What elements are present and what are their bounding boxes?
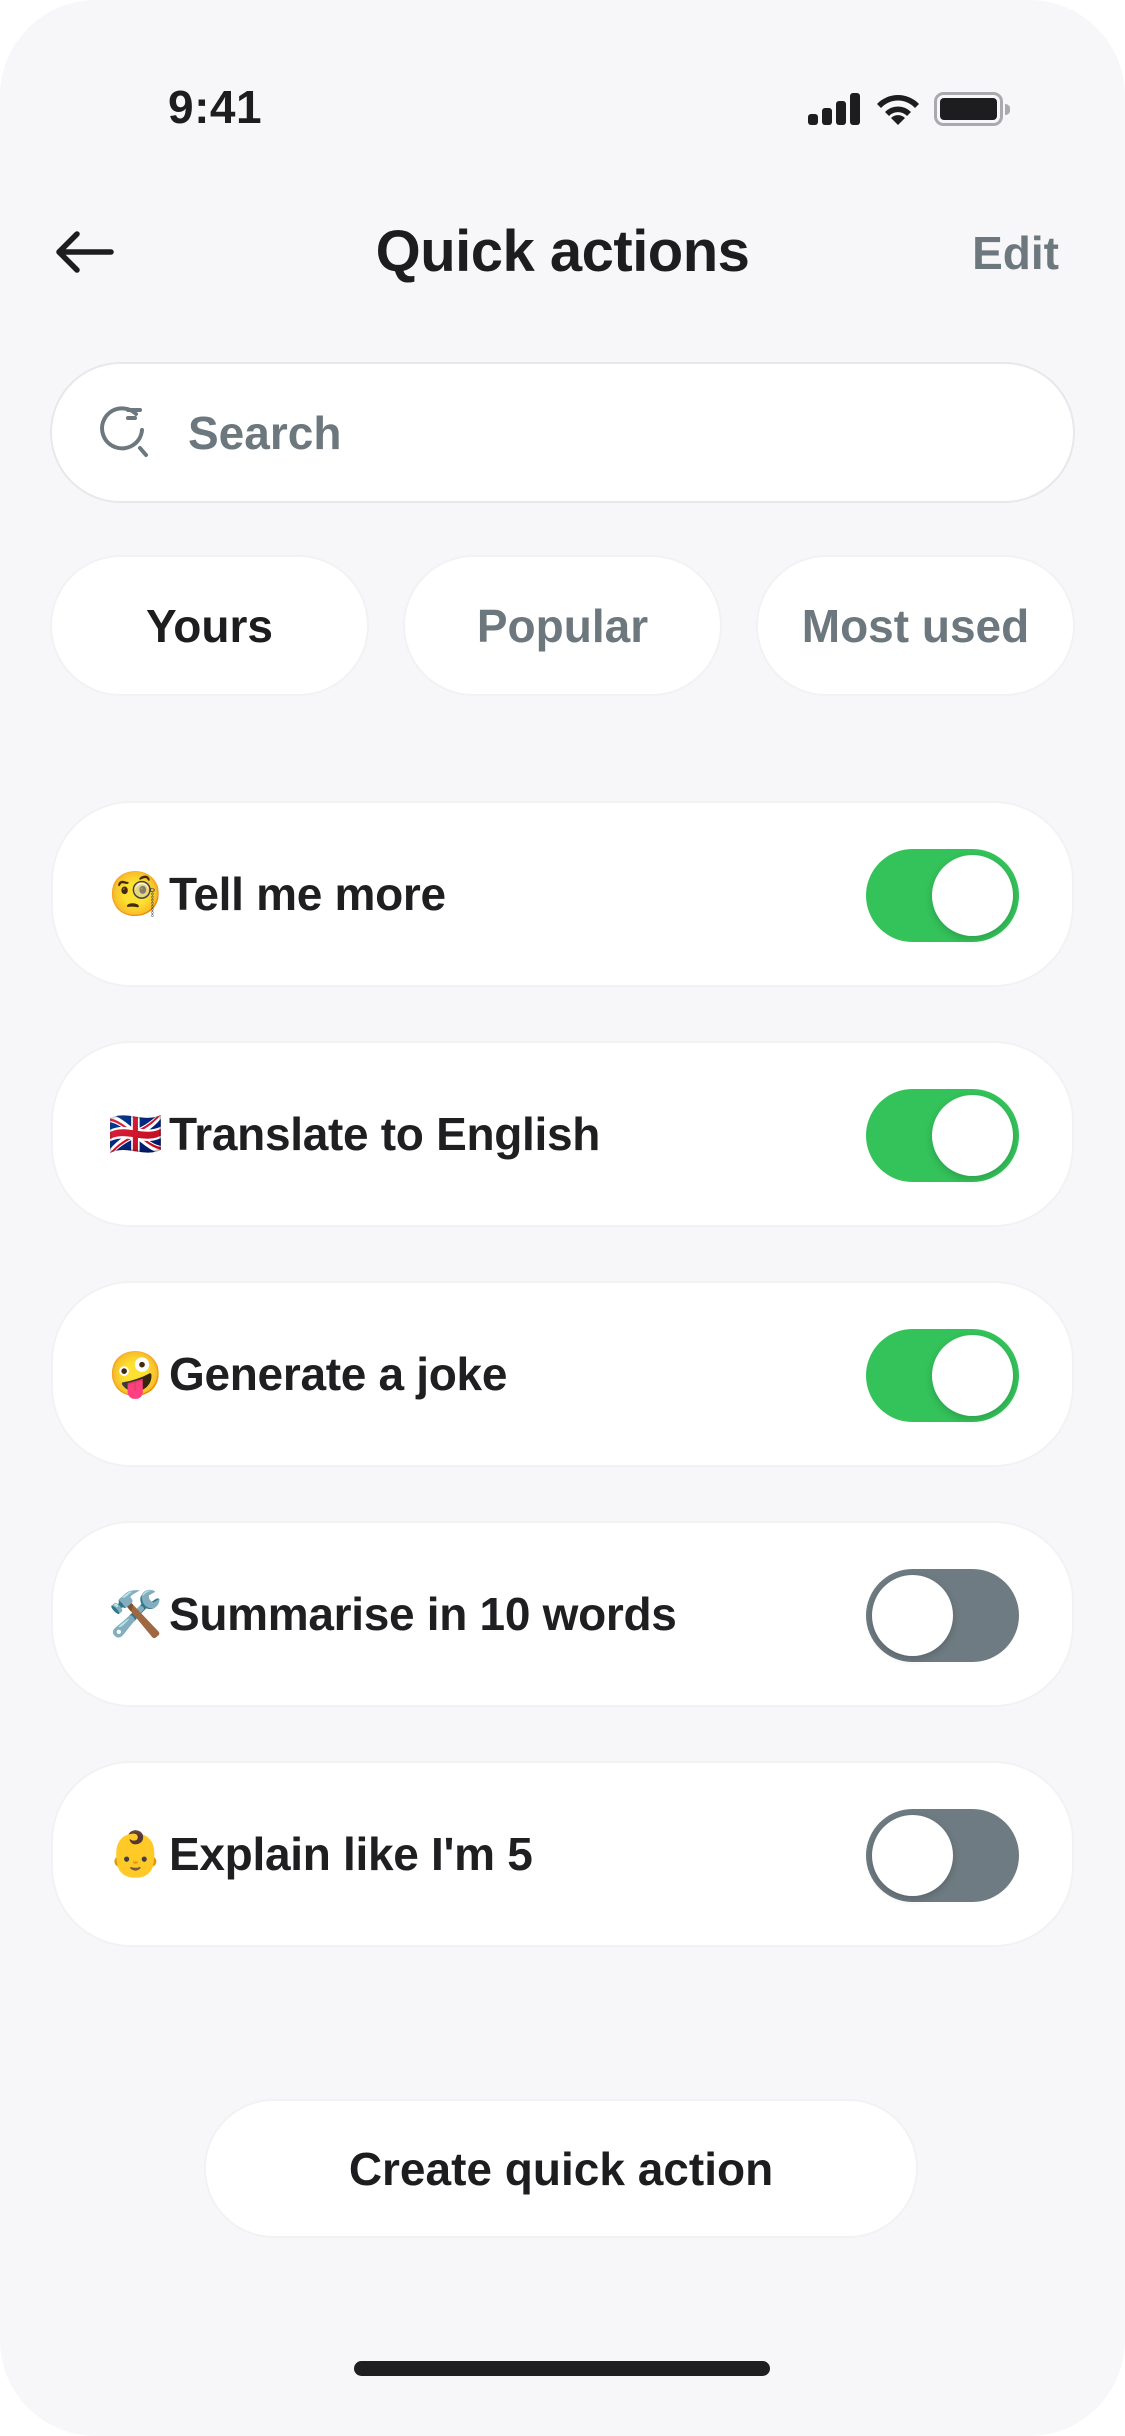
tab-popular[interactable]: Popular <box>403 555 722 696</box>
list-item: 👶 Explain like I'm 5 <box>51 1761 1074 1947</box>
toggle-knob <box>932 855 1013 936</box>
quick-actions-screen: 9:41 Quick actions Edit Search Yours Pop… <box>0 0 1125 2436</box>
action-label: Tell me more <box>169 868 446 920</box>
action-label: Generate a joke <box>169 1348 508 1400</box>
home-indicator[interactable] <box>354 2361 770 2376</box>
hammer-and-wrench-icon: 🛠️ <box>108 1590 163 1639</box>
action-toggle[interactable] <box>866 1809 1019 1902</box>
cellular-signal-icon <box>808 93 860 125</box>
action-label: Summarise in 10 words <box>169 1588 677 1640</box>
action-toggle[interactable] <box>866 1329 1019 1422</box>
face-with-monocle-icon: 🧐 <box>108 870 163 919</box>
zany-face-icon: 🤪 <box>108 1350 163 1399</box>
wifi-icon <box>877 95 919 125</box>
list-item: 🤪 Generate a joke <box>51 1281 1074 1467</box>
action-toggle[interactable] <box>866 1089 1019 1182</box>
list-item: 🛠️ Summarise in 10 words <box>51 1521 1074 1707</box>
back-button[interactable] <box>40 216 130 288</box>
status-icons <box>806 90 1016 130</box>
toggle-knob <box>872 1575 953 1656</box>
action-toggle[interactable] <box>866 849 1019 942</box>
search-input[interactable] <box>186 364 1033 501</box>
filter-tabs: Yours Popular Most used <box>50 555 1075 696</box>
tab-most-used[interactable]: Most used <box>756 555 1075 696</box>
list-item: 🇬🇧 Translate to English <box>51 1041 1074 1227</box>
list-item: 🧐 Tell me more <box>51 801 1074 987</box>
toggle-knob <box>932 1095 1013 1176</box>
search-bar[interactable] <box>50 362 1075 503</box>
status-time: 9:41 <box>168 81 263 133</box>
search-icon <box>100 406 148 457</box>
action-toggle[interactable] <box>866 1569 1019 1662</box>
action-label: Explain like I'm 5 <box>169 1828 533 1880</box>
page-title: Quick actions <box>375 219 750 284</box>
uk-flag-icon: 🇬🇧 <box>108 1110 163 1159</box>
toggle-knob <box>872 1815 953 1896</box>
toggle-knob <box>932 1335 1013 1416</box>
battery-icon <box>934 92 1010 126</box>
action-label: Translate to English <box>169 1108 601 1160</box>
edit-button[interactable]: Edit <box>972 226 1059 280</box>
tab-yours[interactable]: Yours <box>50 555 369 696</box>
create-quick-action-button[interactable]: Create quick action <box>204 2099 918 2238</box>
arrow-left-icon <box>56 231 114 273</box>
baby-face-icon: 👶 <box>108 1830 163 1879</box>
